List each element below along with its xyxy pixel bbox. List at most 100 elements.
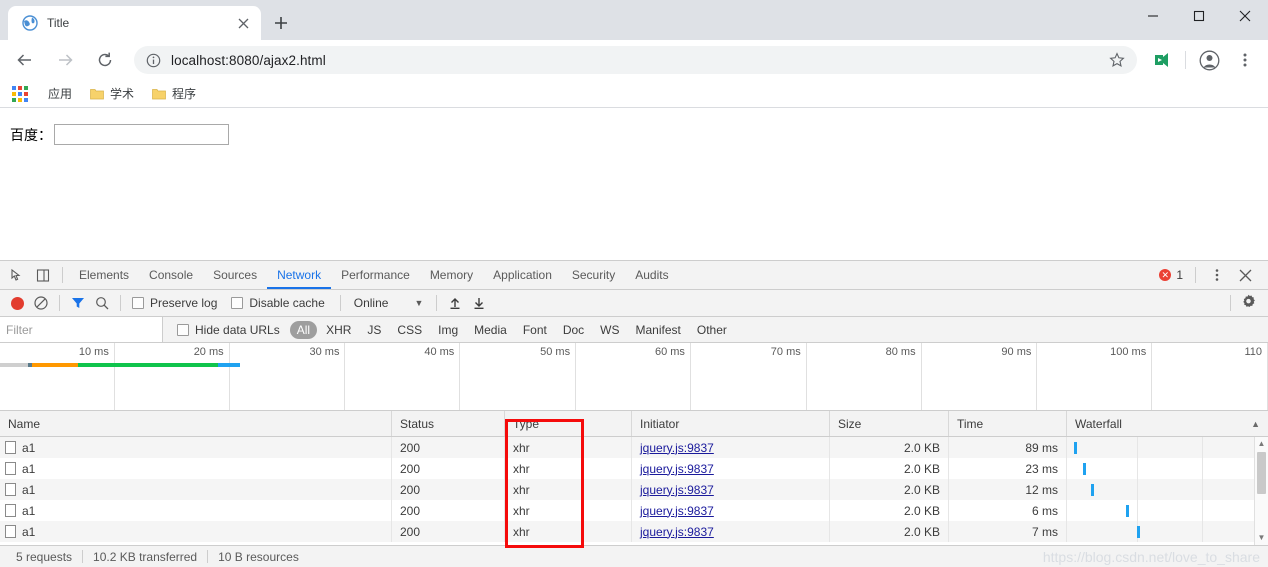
minimize-button[interactable] [1130, 0, 1176, 32]
filter-pill-media[interactable]: Media [467, 321, 514, 339]
bookmark-star-icon[interactable] [1109, 52, 1125, 68]
record-button[interactable] [6, 292, 28, 314]
cell-name[interactable]: a1 [0, 521, 392, 542]
filter-pill-css[interactable]: CSS [390, 321, 429, 339]
column-header-time[interactable]: Time [949, 411, 1067, 436]
column-header-size[interactable]: Size [830, 411, 949, 436]
close-window-button[interactable] [1222, 0, 1268, 32]
table-row[interactable]: a1 200 xhr jquery.js:9837 2.0 KB 6 ms [0, 500, 1268, 521]
cell-initiator[interactable]: jquery.js:9837 [632, 500, 830, 521]
navigation-toolbar: localhost:8080/ajax2.html [0, 40, 1268, 80]
tab-audits[interactable]: Audits [625, 261, 678, 289]
devtools-close-icon[interactable] [1232, 262, 1258, 288]
cell-initiator[interactable]: jquery.js:9837 [632, 458, 830, 479]
initiator-link[interactable]: jquery.js:9837 [640, 441, 714, 455]
tab-elements[interactable]: Elements [69, 261, 139, 289]
info-circle-icon[interactable] [146, 53, 161, 68]
request-name: a1 [22, 503, 36, 518]
filter-pill-font[interactable]: Font [516, 321, 554, 339]
tab-performance[interactable]: Performance [331, 261, 420, 289]
browser-tab[interactable]: Title [8, 6, 261, 40]
cell-initiator[interactable]: jquery.js:9837 [632, 479, 830, 500]
profile-avatar-icon[interactable] [1195, 46, 1223, 74]
filter-pill-xhr[interactable]: XHR [319, 321, 358, 339]
cell-initiator[interactable]: jquery.js:9837 [632, 521, 830, 542]
table-row[interactable]: a1 200 xhr jquery.js:9837 2.0 KB 7 ms [0, 521, 1268, 542]
initiator-link[interactable]: jquery.js:9837 [640, 525, 714, 539]
address-bar[interactable]: localhost:8080/ajax2.html [134, 46, 1137, 74]
devtools-more-icon[interactable] [1204, 262, 1230, 288]
tab-application[interactable]: Application [483, 261, 562, 289]
cell-name[interactable]: a1 [0, 458, 392, 479]
cell-name[interactable]: a1 [0, 500, 392, 521]
tab-sources[interactable]: Sources [203, 261, 267, 289]
back-icon[interactable] [10, 45, 40, 75]
filter-pill-ws[interactable]: WS [593, 321, 626, 339]
tab-security[interactable]: Security [562, 261, 625, 289]
tab-network[interactable]: Network [267, 261, 331, 289]
cell-time: 6 ms [949, 500, 1067, 521]
requests-table-body[interactable]: a1 200 xhr jquery.js:9837 2.0 KB 89 ms a… [0, 437, 1268, 545]
cell-name[interactable]: a1 [0, 437, 392, 458]
extension-icon[interactable] [1148, 46, 1176, 74]
filter-pill-img[interactable]: Img [431, 321, 465, 339]
cell-name[interactable]: a1 [0, 479, 392, 500]
search-icon[interactable] [91, 292, 113, 314]
devtools-settings-gear[interactable] [1225, 294, 1262, 312]
tab-console[interactable]: Console [139, 261, 203, 289]
scroll-down-arrow-icon[interactable]: ▼ [1258, 531, 1266, 545]
filter-pill-doc[interactable]: Doc [556, 321, 591, 339]
divider [59, 295, 60, 311]
waterfall-bar [1074, 442, 1077, 454]
reload-icon[interactable] [90, 45, 120, 75]
maximize-button[interactable] [1176, 0, 1222, 32]
filter-input[interactable] [0, 317, 163, 342]
export-har-icon[interactable] [468, 292, 490, 314]
disable-cache-label: Disable cache [249, 296, 325, 310]
tab-memory[interactable]: Memory [420, 261, 483, 289]
filter-pill-js[interactable]: JS [360, 321, 388, 339]
preserve-log-checkbox[interactable]: Preserve log [128, 296, 225, 310]
scrollbar-thumb[interactable] [1257, 452, 1266, 494]
error-count-badge[interactable]: ✕ 1 [1159, 268, 1187, 282]
table-row[interactable]: a1 200 xhr jquery.js:9837 2.0 KB 89 ms [0, 437, 1268, 458]
disable-cache-checkbox[interactable]: Disable cache [227, 296, 332, 310]
column-header-waterfall[interactable]: Waterfall ▲ [1067, 411, 1268, 436]
clear-button[interactable] [30, 292, 52, 314]
bookmark-item-1[interactable]: 学术 [82, 82, 142, 105]
table-row[interactable]: a1 200 xhr jquery.js:9837 2.0 KB 23 ms [0, 458, 1268, 479]
baidu-search-input[interactable] [54, 124, 229, 145]
network-overview-timeline[interactable]: 10 ms 20 ms 30 ms 40 ms 50 ms 60 ms 70 m… [0, 343, 1268, 411]
filter-funnel-icon[interactable] [67, 292, 89, 314]
column-header-initiator[interactable]: Initiator [632, 411, 830, 436]
chrome-menu-icon[interactable] [1231, 46, 1259, 74]
column-header-type[interactable]: Type [505, 411, 632, 436]
table-scrollbar[interactable]: ▲ ▼ [1254, 437, 1268, 545]
initiator-link[interactable]: jquery.js:9837 [640, 462, 714, 476]
cell-initiator[interactable]: jquery.js:9837 [632, 437, 830, 458]
cell-type: xhr [505, 500, 632, 521]
filter-pill-manifest[interactable]: Manifest [629, 321, 688, 339]
divider [62, 267, 63, 283]
import-har-icon[interactable] [444, 292, 466, 314]
bookmark-item-0[interactable]: 应用 [40, 82, 80, 105]
apps-grid-icon[interactable] [8, 82, 32, 106]
column-header-status[interactable]: Status [392, 411, 505, 436]
inspect-element-icon[interactable] [4, 262, 30, 288]
forward-icon[interactable] [50, 45, 80, 75]
document-icon [5, 525, 16, 538]
waterfall-bar [1091, 484, 1094, 496]
hide-data-urls-checkbox[interactable]: Hide data URLs [163, 323, 290, 337]
device-toolbar-icon[interactable] [30, 262, 56, 288]
table-row[interactable]: a1 200 xhr jquery.js:9837 2.0 KB 12 ms [0, 479, 1268, 500]
filter-pill-all[interactable]: All [289, 320, 318, 339]
initiator-link[interactable]: jquery.js:9837 [640, 504, 714, 518]
bookmark-item-2[interactable]: 程序 [144, 82, 204, 105]
new-tab-button[interactable] [267, 9, 295, 37]
column-header-name[interactable]: Name [0, 411, 392, 436]
scroll-up-arrow-icon[interactable]: ▲ [1258, 437, 1266, 451]
filter-pill-other[interactable]: Other [690, 321, 734, 339]
throttling-select[interactable]: Online ▼ [348, 296, 430, 310]
initiator-link[interactable]: jquery.js:9837 [640, 483, 714, 497]
close-icon[interactable] [235, 15, 251, 31]
